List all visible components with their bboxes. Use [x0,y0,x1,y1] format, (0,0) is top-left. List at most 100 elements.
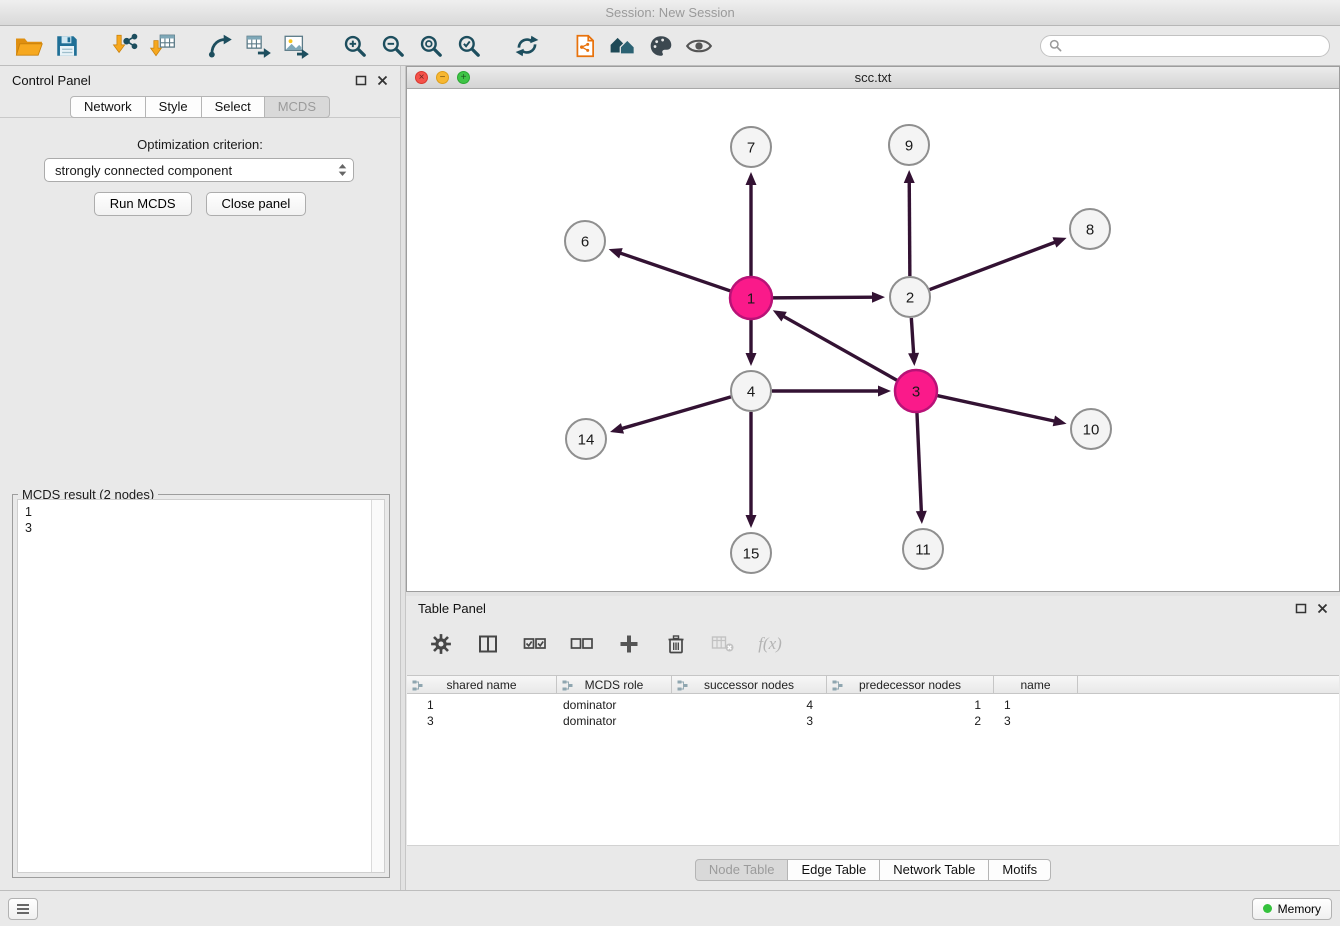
graph-edge-2-9[interactable] [909,181,910,276]
float-window-icon [1295,603,1307,614]
tab-network-table[interactable]: Network Table [880,859,989,881]
delete-column-button[interactable] [661,629,691,659]
table-row[interactable]: 1 dominator 4 1 1 [407,697,1339,713]
column-header-shared-name[interactable]: shared name [407,676,557,693]
graph-node-7[interactable]: 7 [731,127,771,167]
graph-edge-4-14[interactable] [621,397,731,429]
export-network-button[interactable] [202,29,240,63]
column-header-name[interactable]: name [994,676,1078,693]
cell-successor-nodes[interactable]: 3 [672,714,827,728]
tab-mcds[interactable]: MCDS [265,96,330,118]
function-builder-button[interactable]: f(x) [755,629,785,659]
window-maximize-button[interactable] [457,71,470,84]
open-session-button[interactable] [10,29,48,63]
graph-edge-3-1[interactable] [782,316,897,381]
import-network-button[interactable] [106,29,144,63]
graph-node-4[interactable]: 4 [731,371,771,411]
show-columns-button[interactable] [473,629,503,659]
graph-edge-2-8[interactable] [930,242,1057,290]
search-input[interactable] [1067,38,1321,53]
task-history-button[interactable] [8,898,38,920]
cell-name[interactable]: 1 [994,698,1078,712]
cell-mcds-role[interactable]: dominator [557,714,672,728]
graph-node-15[interactable]: 15 [731,533,771,573]
graph-node-label: 1 [747,290,755,307]
network-window-titlebar[interactable]: scc.txt [407,67,1339,89]
cell-name[interactable]: 3 [994,714,1078,728]
graph-node-14[interactable]: 14 [566,419,606,459]
memory-button[interactable]: Memory [1252,898,1332,920]
control-panel-header: Control Panel [0,66,400,94]
table-row[interactable]: 3 dominator 3 2 3 [407,713,1339,729]
export-table-button[interactable] [240,29,278,63]
column-header-successor-nodes[interactable]: successor nodes [672,676,827,693]
graph-edge-3-11[interactable] [917,412,921,513]
refresh-layout-button[interactable] [508,29,546,63]
cell-shared-name[interactable]: 1 [407,698,557,712]
run-mcds-button[interactable]: Run MCDS [94,192,192,216]
graph-edge-arrowhead [610,423,624,434]
graph-edge-2-3[interactable] [911,318,913,355]
window-titlebar[interactable]: Session: New Session [0,0,1340,26]
float-table-panel-button[interactable] [1295,603,1307,614]
network-window-title: scc.txt [407,67,1339,88]
graph-edge-arrowhead [878,386,891,397]
graph-edge-1-2[interactable] [772,297,874,298]
graph-node-1[interactable]: 1 [730,277,772,319]
tab-motifs[interactable]: Motifs [989,859,1051,881]
column-type-icon [677,680,688,691]
table-body[interactable]: 1 dominator 4 1 1 3 dominator 3 2 3 [407,694,1339,846]
zoom-selected-button[interactable] [450,29,488,63]
zoom-fit-button[interactable] [412,29,450,63]
window-minimize-button[interactable] [436,71,449,84]
cell-successor-nodes[interactable]: 4 [672,698,827,712]
home-button[interactable] [604,29,642,63]
save-session-button[interactable] [48,29,86,63]
cell-shared-name[interactable]: 3 [407,714,557,728]
create-column-button[interactable] [614,629,644,659]
zoom-out-button[interactable] [374,29,412,63]
show-hide-button[interactable] [680,29,718,63]
float-panel-button[interactable] [355,75,367,86]
deselect-all-button[interactable] [567,629,597,659]
column-label: shared name [446,678,516,692]
close-panel-button[interactable]: Close panel [206,192,307,216]
tab-style[interactable]: Style [146,96,202,118]
delete-table-icon [711,634,735,654]
delete-table-button[interactable] [708,629,738,659]
tab-edge-table[interactable]: Edge Table [788,859,880,881]
session-document-button[interactable] [566,29,604,63]
tab-node-table[interactable]: Node Table [695,859,789,881]
zoom-in-button[interactable] [336,29,374,63]
style-button[interactable] [642,29,680,63]
tab-select[interactable]: Select [202,96,265,118]
cell-predecessor-nodes[interactable]: 2 [827,714,994,728]
network-canvas[interactable]: 7 9 6 8 1 2 4 3 14 10 15 11 [407,89,1339,591]
close-control-panel-button[interactable] [377,75,388,86]
graph-node-6[interactable]: 6 [565,221,605,261]
cell-predecessor-nodes[interactable]: 1 [827,698,994,712]
graph-node-label: 14 [578,431,595,448]
graph-node-11[interactable]: 11 [903,529,943,569]
window-close-button[interactable] [415,71,428,84]
result-scrollbar[interactable] [371,500,384,872]
graph-node-9[interactable]: 9 [889,125,929,165]
graph-node-10[interactable]: 10 [1071,409,1111,449]
tab-network[interactable]: Network [70,96,146,118]
graph-edge-3-10[interactable] [937,395,1056,421]
mcds-result-list[interactable]: 1 3 [17,499,385,873]
criterion-dropdown[interactable]: strongly connected component [44,158,354,182]
graph-node-8[interactable]: 8 [1070,209,1110,249]
table-settings-button[interactable] [426,629,456,659]
select-all-button[interactable] [520,629,550,659]
import-table-button[interactable] [144,29,182,63]
open-folder-icon [15,34,43,58]
graph-node-2[interactable]: 2 [890,277,930,317]
column-header-predecessor-nodes[interactable]: predecessor nodes [827,676,994,693]
export-image-button[interactable] [278,29,316,63]
cell-mcds-role[interactable]: dominator [557,698,672,712]
close-table-panel-button[interactable] [1317,603,1328,614]
graph-edge-1-6[interactable] [619,253,731,291]
graph-node-3[interactable]: 3 [895,370,937,412]
column-header-mcds-role[interactable]: MCDS role [557,676,672,693]
